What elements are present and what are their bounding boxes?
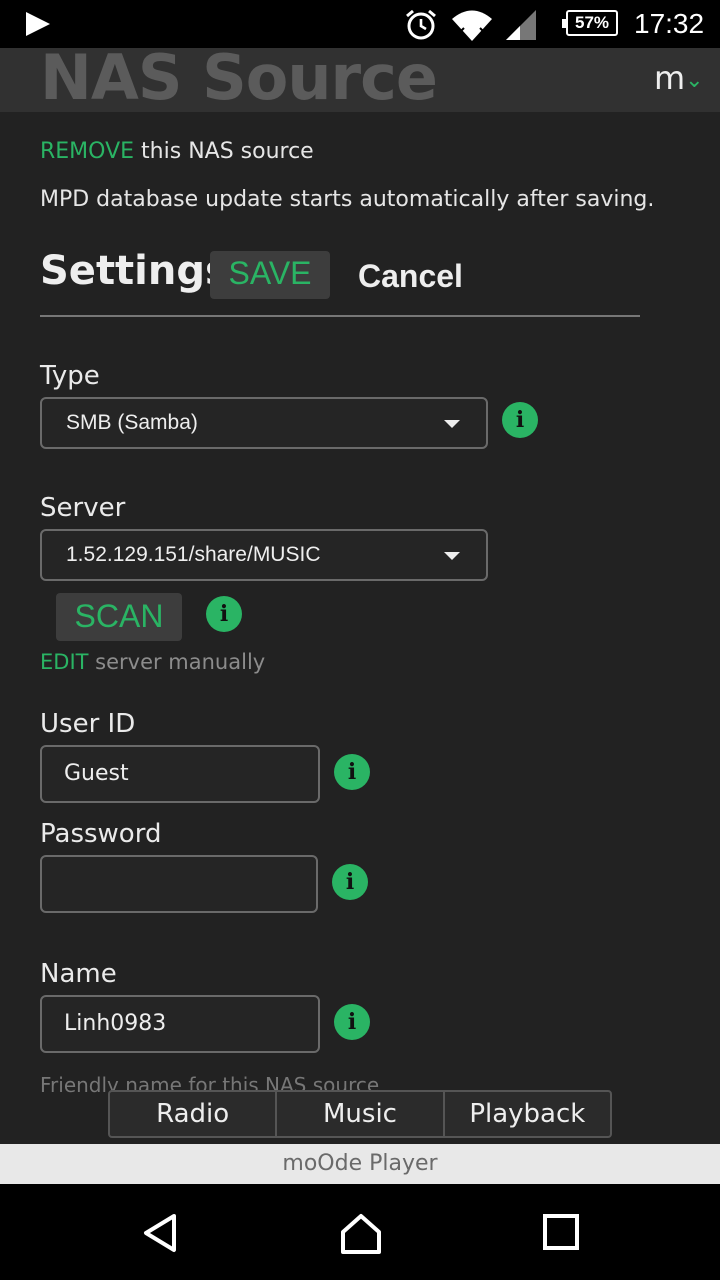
scan-button[interactable]: SCAN: [56, 593, 182, 641]
edit-server-text: server manually: [88, 650, 266, 674]
main-menu-button[interactable]: m⌄: [654, 62, 704, 99]
password-input[interactable]: [40, 855, 318, 913]
name-input[interactable]: Linh0983: [40, 995, 320, 1053]
alarm-icon: [406, 9, 436, 40]
battery-level: 57%: [574, 13, 610, 32]
recents-icon[interactable]: [542, 1212, 580, 1252]
signal-icon: [506, 10, 536, 40]
name-info-icon[interactable]: i: [334, 1004, 370, 1040]
divider: [40, 315, 640, 317]
dropdown-caret-icon: [444, 420, 460, 428]
tab-playback[interactable]: Playback: [442, 1092, 610, 1136]
page-title: NAS Source: [40, 48, 438, 112]
remove-line-text: this NAS source: [134, 139, 314, 164]
navigation-bar: [0, 1184, 720, 1280]
server-select[interactable]: 1.52.129.151/share/MUSIC: [40, 529, 488, 581]
home-icon[interactable]: [339, 1212, 383, 1254]
password-label: Password: [40, 819, 162, 849]
password-info-icon[interactable]: i: [332, 864, 368, 900]
user-id-label: User ID: [40, 709, 136, 739]
dropdown-caret-icon: [444, 552, 460, 560]
tab-radio[interactable]: Radio: [110, 1092, 275, 1136]
remove-link[interactable]: REMOVE: [40, 139, 134, 164]
page-header: NAS Source m⌄: [0, 48, 720, 112]
status-time: 17:32: [634, 8, 705, 39]
cancel-button[interactable]: Cancel: [358, 258, 463, 295]
save-notice: MPD database update starts automatically…: [40, 187, 655, 212]
back-icon[interactable]: [140, 1212, 180, 1254]
server-select-value: 1.52.129.151/share/MUSIC: [66, 543, 321, 566]
menu-label: m: [654, 59, 686, 97]
settings-title: Settings: [40, 248, 229, 294]
tab-bar: Radio Music Playback: [108, 1090, 612, 1138]
save-button[interactable]: SAVE: [210, 251, 330, 299]
server-label: Server: [40, 493, 126, 523]
wifi-icon: [452, 10, 492, 41]
tab-music[interactable]: Music: [275, 1092, 442, 1136]
app-footer: moOde Player: [0, 1144, 720, 1184]
server-info-icon[interactable]: i: [206, 596, 242, 632]
app-content: NAS Source m⌄ REMOVE this NAS source MPD…: [0, 48, 720, 1144]
edit-server-line: EDIT server manually: [40, 650, 265, 674]
battery-icon: 57%: [562, 10, 618, 36]
chevron-down-icon: ⌄: [685, 68, 704, 93]
type-info-icon[interactable]: i: [502, 402, 538, 438]
remove-line: REMOVE this NAS source: [40, 139, 314, 164]
type-label: Type: [40, 361, 100, 391]
play-store-icon: [26, 12, 50, 36]
status-bar: 57% 17:32: [0, 0, 720, 48]
type-select[interactable]: SMB (Samba): [40, 397, 488, 449]
user-id-input[interactable]: Guest: [40, 745, 320, 803]
type-select-value: SMB (Samba): [66, 411, 198, 434]
user-id-info-icon[interactable]: i: [334, 754, 370, 790]
edit-server-link[interactable]: EDIT: [40, 650, 88, 674]
name-label: Name: [40, 959, 117, 989]
